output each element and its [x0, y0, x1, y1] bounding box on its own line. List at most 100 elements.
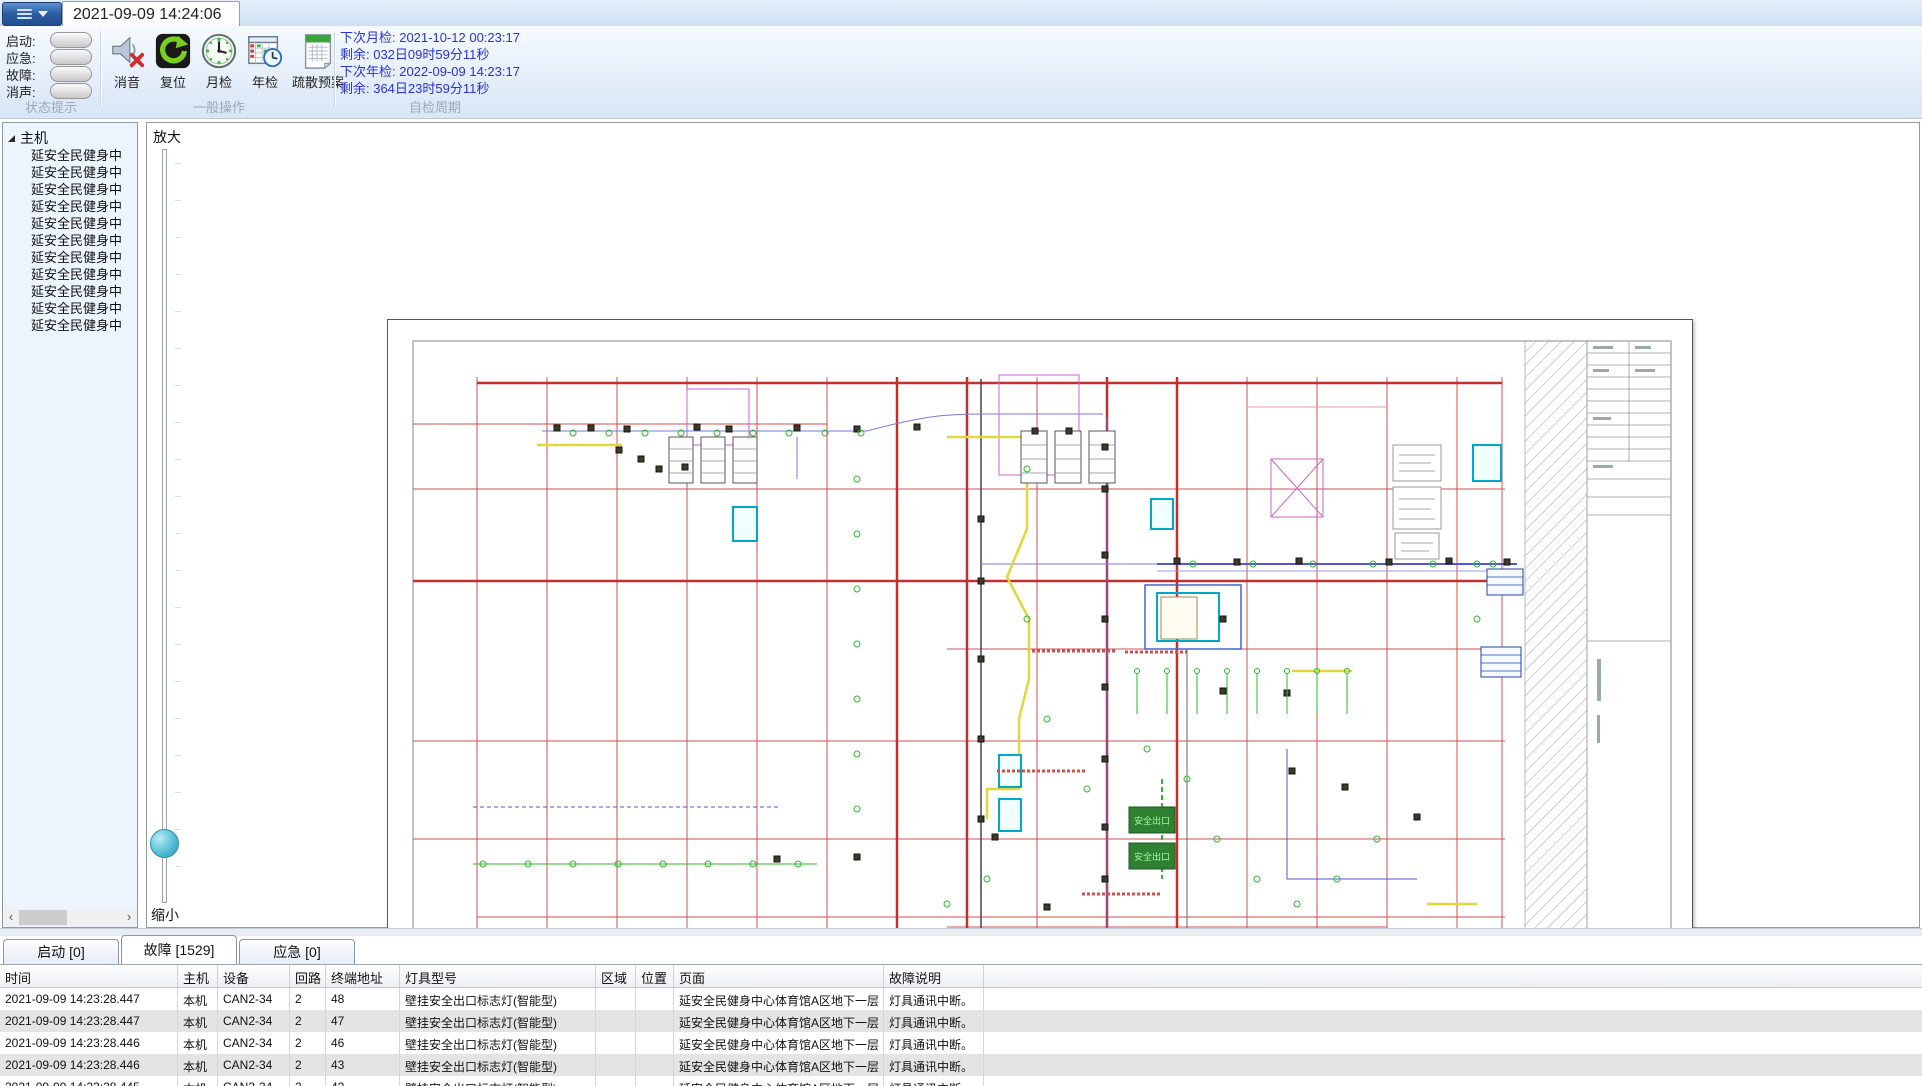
- tree-item-building[interactable]: 延安全民健身中: [3, 147, 121, 164]
- slider-tick: [175, 681, 181, 682]
- scroll-left-icon[interactable]: ‹: [4, 909, 18, 926]
- tree-item-building[interactable]: 延安全民健身中: [3, 232, 121, 249]
- table-row[interactable]: 2021-09-09 14:23:28.445本机CAN2-34242壁挂安全出…: [0, 1076, 1922, 1086]
- column-header-2[interactable]: 主机: [178, 965, 218, 987]
- annual-check-button-label: 年检: [252, 72, 278, 91]
- table-cell: 灯具通讯中断。: [884, 1010, 984, 1032]
- sidebar-horizontal-scrollbar[interactable]: ‹ ›: [4, 909, 136, 926]
- annual-remaining: 剩余: 364日23时59分11秒: [340, 80, 530, 97]
- status-group: 启动: 应急: 故障: 消声: 状态提示: [4, 29, 98, 117]
- table-cell: [596, 1076, 636, 1086]
- tree-item-building[interactable]: 延安全民健身中: [3, 249, 121, 266]
- table-cell: [596, 1054, 636, 1076]
- table-cell: CAN2-34: [218, 988, 290, 1010]
- reset-icon: [154, 32, 192, 70]
- zoom-in-button[interactable]: 放大: [153, 127, 181, 147]
- table-cell: CAN2-34: [218, 1010, 290, 1032]
- table-cell: 本机: [178, 1032, 218, 1054]
- table-cell: 延安全民健身中心体育馆A区地下一层: [674, 988, 884, 1010]
- mute-button[interactable]: 消音: [106, 31, 148, 92]
- table-row[interactable]: 2021-09-09 14:23:28.446本机CAN2-34246壁挂安全出…: [0, 1032, 1922, 1054]
- column-header-6[interactable]: 灯具型号: [400, 965, 596, 987]
- tab-emergency[interactable]: 应急 [0]: [239, 939, 355, 964]
- slider-tick: [175, 422, 181, 423]
- column-header-10[interactable]: 故障说明: [884, 965, 984, 987]
- table-cell: 灯具通讯中断。: [884, 1076, 984, 1086]
- tab-fault[interactable]: 故障 [1529]: [121, 935, 237, 964]
- table-row[interactable]: 2021-09-09 14:23:28.447本机CAN2-34248壁挂安全出…: [0, 988, 1922, 1010]
- column-header-4[interactable]: 回路: [290, 965, 326, 987]
- slider-tick: [175, 311, 181, 312]
- toolbar: 启动: 应急: 故障: 消声: 状态提示 消音: [0, 26, 1922, 119]
- scrollbar-thumb[interactable]: [19, 910, 67, 925]
- table-cell: 48: [326, 988, 400, 1010]
- next-annual-check: 下次年检: 2022-09-09 14:23:17: [340, 63, 530, 80]
- table-cell: 本机: [178, 988, 218, 1010]
- slider-tick: [175, 570, 181, 571]
- mute-icon: [108, 32, 146, 70]
- table-cell: 灯具通讯中断。: [884, 988, 984, 1010]
- table-cell: 壁挂安全出口标志灯(智能型): [400, 988, 596, 1010]
- column-header-9[interactable]: 页面: [674, 965, 884, 987]
- table-cell: [636, 988, 674, 1010]
- toolbar-separator: [334, 31, 336, 107]
- table-cell: 2: [290, 1076, 326, 1086]
- scroll-right-icon[interactable]: ›: [122, 909, 136, 926]
- table-cell: 延安全民健身中心体育馆A区地下一层: [674, 1032, 884, 1054]
- main-menu-button[interactable]: [2, 2, 62, 26]
- column-header-5[interactable]: 终端地址: [326, 965, 400, 987]
- table-cell: [984, 988, 1922, 1010]
- tree-item-building[interactable]: 延安全民健身中: [3, 215, 121, 232]
- emergency-status-indicator: [50, 49, 92, 65]
- column-header-1[interactable]: 时间: [0, 965, 178, 987]
- tree-item-building[interactable]: 延安全民健身中: [3, 198, 121, 215]
- table-cell: 47: [326, 1010, 400, 1032]
- table-cell: 本机: [178, 1054, 218, 1076]
- tree-item-building[interactable]: 延安全民健身中: [3, 181, 121, 198]
- slider-tick: [175, 644, 181, 645]
- zoom-slider-ticks: [175, 149, 183, 901]
- table-cell: 本机: [178, 1010, 218, 1032]
- chevron-down-icon: [38, 11, 48, 17]
- event-table-header: 时间主机设备回路终端地址灯具型号区域位置页面故障说明: [0, 964, 1922, 988]
- tab-start[interactable]: 启动 [0]: [3, 939, 119, 964]
- zoom-out-button[interactable]: 缩小: [151, 905, 179, 925]
- table-cell: 延安全民健身中心体育馆A区地下一层: [674, 1076, 884, 1086]
- tree-item-building[interactable]: 延安全民健身中: [3, 164, 121, 181]
- table-row[interactable]: 2021-09-09 14:23:28.446本机CAN2-34243壁挂安全出…: [0, 1054, 1922, 1076]
- table-row[interactable]: 2021-09-09 14:23:28.447本机CAN2-34247壁挂安全出…: [0, 1010, 1922, 1032]
- column-header-7[interactable]: 区域: [596, 965, 636, 987]
- monthly-check-button[interactable]: 月检: [198, 31, 240, 92]
- tree-root-host[interactable]: 主机: [8, 128, 48, 148]
- table-cell: [636, 1010, 674, 1032]
- slider-tick: [175, 496, 181, 497]
- zoom-slider-thumb[interactable]: [150, 829, 179, 858]
- annual-check-icon: [246, 32, 284, 70]
- column-header-8[interactable]: 位置: [636, 965, 674, 987]
- tree-item-building[interactable]: 延安全民健身中: [3, 317, 121, 334]
- evacuation-plan-button[interactable]: 疏散预案: [290, 31, 346, 92]
- tree-item-building[interactable]: 延安全民健身中: [3, 283, 121, 300]
- table-cell: 壁挂安全出口标志灯(智能型): [400, 1054, 596, 1076]
- annual-check-button[interactable]: 年检: [244, 31, 286, 92]
- slider-tick: [175, 163, 181, 164]
- floor-plan-drawing: 安全出口 安全出口: [387, 319, 1693, 929]
- monthly-remaining: 剩余: 032日09时59分11秒: [340, 46, 530, 63]
- start-status-label: 启动:: [6, 32, 36, 48]
- table-cell: 灯具通讯中断。: [884, 1032, 984, 1054]
- tree-item-building[interactable]: 延安全民健身中: [3, 266, 121, 283]
- zoom-slider-track[interactable]: [162, 149, 167, 903]
- table-cell: [984, 1076, 1922, 1086]
- slider-tick: [175, 829, 181, 830]
- table-cell: 壁挂安全出口标志灯(智能型): [400, 1032, 596, 1054]
- slider-tick: [175, 718, 181, 719]
- tree-expander-icon[interactable]: [8, 135, 15, 142]
- column-header-3[interactable]: 设备: [218, 965, 290, 987]
- toolbar-separator: [100, 31, 102, 107]
- tree-root-label: 主机: [20, 128, 48, 148]
- reset-button[interactable]: 复位: [152, 31, 194, 92]
- reset-button-label: 复位: [160, 72, 186, 91]
- current-time-tab[interactable]: 2021-09-09 14:24:06: [62, 1, 240, 27]
- tree-item-building[interactable]: 延安全民健身中: [3, 300, 121, 317]
- menu-list-icon: [17, 9, 32, 19]
